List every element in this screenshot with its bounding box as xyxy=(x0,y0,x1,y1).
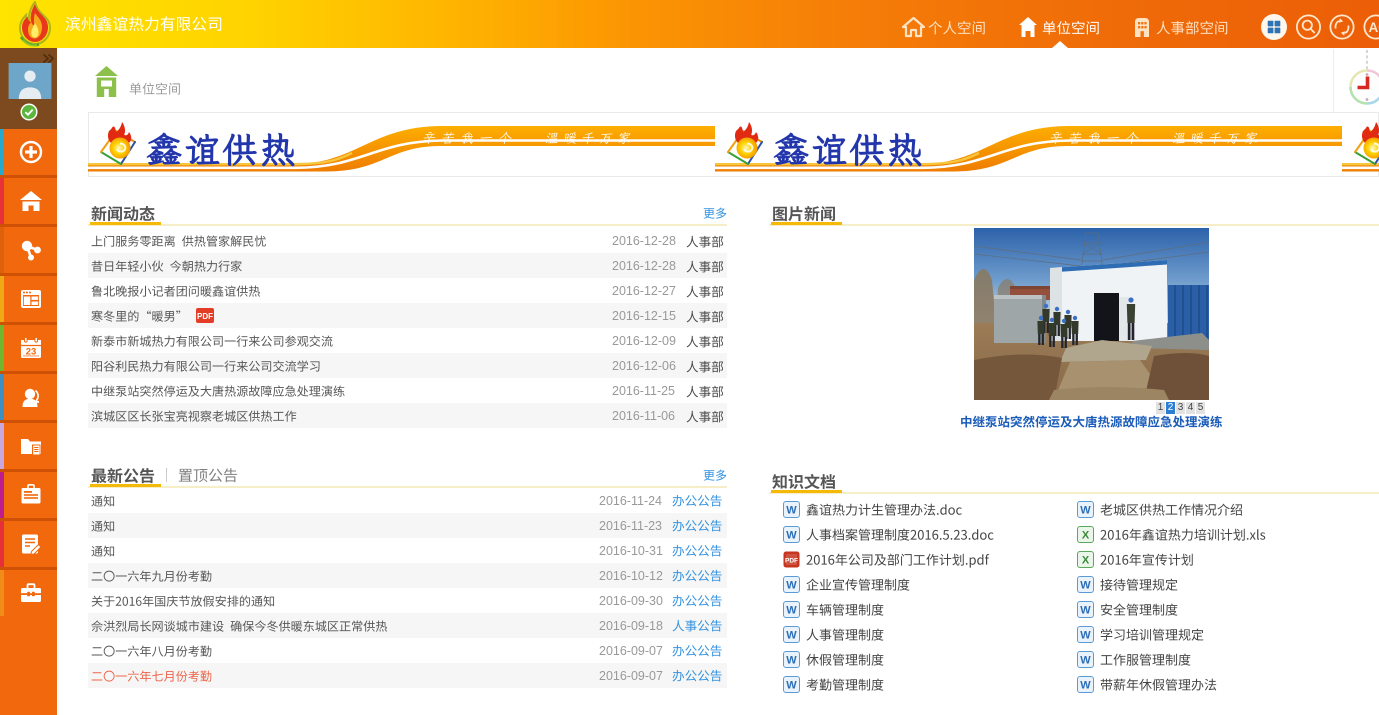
svg-text:W: W xyxy=(786,505,797,517)
svg-text:W: W xyxy=(786,680,797,692)
svg-text:W: W xyxy=(786,630,797,642)
svg-text:W: W xyxy=(1080,680,1091,692)
svg-text:W: W xyxy=(786,530,797,542)
svg-text:A0: A0 xyxy=(1369,20,1379,35)
svg-text:PDF: PDF xyxy=(197,312,213,321)
svg-text:PDF: PDF xyxy=(785,558,798,565)
svg-text:X: X xyxy=(1082,530,1090,542)
svg-text:W: W xyxy=(786,580,797,592)
svg-text:W: W xyxy=(786,605,797,617)
svg-text:W: W xyxy=(1080,505,1091,517)
svg-text:X: X xyxy=(1082,555,1090,567)
svg-text:W: W xyxy=(1080,630,1091,642)
svg-text:W: W xyxy=(1080,655,1091,667)
svg-text:W: W xyxy=(1080,580,1091,592)
svg-text:W: W xyxy=(1080,605,1091,617)
svg-text:W: W xyxy=(786,655,797,667)
